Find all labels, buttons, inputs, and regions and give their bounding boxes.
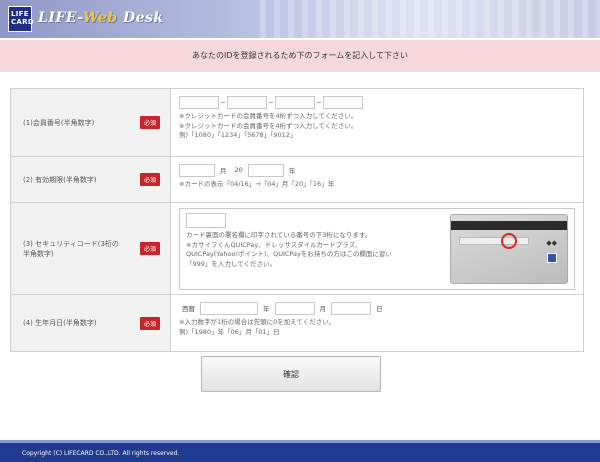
- registration-form: (1)会員番号(半角数字) 必須 ※クレジットカードの会員番号を4桁ずつ入力して…: [10, 88, 584, 352]
- expiry-month-unit: 月: [220, 167, 227, 175]
- card-number-note-1: ※クレジットカードの会員番号を4桁ずつ入力してください。: [179, 112, 358, 120]
- card-number-input-1[interactable]: [179, 95, 219, 109]
- birthdate-row: (4) 生年月日(半角数字) 必須 西暦 年 月 日 ※入力数字が1桁の場合は先…: [11, 295, 583, 351]
- card-number-row: (1)会員番号(半角数字) 必須 ※クレジットカードの会員番号を4桁ずつ入力して…: [11, 89, 583, 157]
- birth-year-input[interactable]: [200, 301, 258, 315]
- card-brand-icon: ◆◆: [546, 239, 557, 247]
- security-code-label-cell: (3) セキュリティコード(3桁の半角数字) 必須: [11, 203, 171, 294]
- confirm-button[interactable]: 確認: [201, 356, 381, 392]
- expiry-month-input[interactable]: [179, 163, 215, 177]
- web-desk-logo: LIFE-Web Desk: [38, 10, 164, 26]
- footer-copyright: Copyright (C) LIFECARD CO.,LTD. All righ…: [0, 440, 600, 462]
- expiry-label: (2) 有効期限(半角数字): [23, 175, 97, 184]
- card-number-input-cell: ※クレジットカードの会員番号を4桁ずつ入力してください。 ※クレジットカードの会…: [171, 89, 583, 156]
- instruction-banner: あなたのIDを登録されるため下のフォームを記入して下さい: [0, 40, 600, 72]
- site-header: LIFE CARD LIFE-Web Desk: [0, 0, 600, 38]
- header-decoration: [260, 0, 600, 38]
- card-number-input-2[interactable]: [227, 95, 267, 109]
- security-code-note-2: ※カサイフくんQUICPay、ドレッサスタイルカードプラス、: [186, 240, 362, 249]
- security-code-label: (3) セキュリティコード(3桁の半角数字): [23, 239, 119, 258]
- required-badge: 必須: [139, 242, 160, 255]
- expiry-year-input[interactable]: [247, 163, 284, 177]
- required-badge: 必須: [139, 316, 160, 330]
- card-number-input-4[interactable]: [323, 95, 363, 109]
- lifecard-logo: LIFE CARD: [8, 6, 34, 32]
- card-number-input-3[interactable]: [275, 95, 315, 109]
- expiry-note: ※カードの表示「04/16」→「04」月「20」「16」年: [179, 180, 335, 188]
- security-code-input-cell: カード裏面の署名欄に印字されている番号の下3桁になります。 ※カサイフくんQUI…: [171, 203, 583, 294]
- card-number-note-2: ※クレジットカードの会員番号を4桁ずつ入力してください。: [179, 121, 358, 130]
- security-code-note-4: 「999」を入力してください。: [186, 259, 277, 268]
- card-number-label: (1)会員番号(半角数字): [23, 118, 95, 127]
- birthdate-example: 例)「1980」年「06」月「01」日: [179, 327, 280, 336]
- birthdate-era-label: 西暦: [182, 305, 195, 313]
- birth-month-input[interactable]: [274, 301, 315, 315]
- card-chip-icon: [547, 253, 557, 263]
- security-code-note-1: カード裏面の署名欄に印字されている番号の下3桁になります。: [186, 231, 372, 239]
- birth-day-input[interactable]: [331, 301, 371, 315]
- expiry-label-cell: (2) 有効期限(半角数字) 必須: [11, 157, 171, 202]
- cvv-highlight-icon: [501, 233, 517, 249]
- birth-year-unit: 年: [263, 305, 270, 313]
- birthdate-label: (4) 生年月日(半角数字): [23, 319, 97, 327]
- birth-month-unit: 月: [319, 305, 327, 313]
- required-badge: 必須: [139, 173, 160, 186]
- card-number-label-cell: (1)会員番号(半角数字) 必須: [11, 89, 171, 156]
- expiry-input-cell: 月 20 年 ※カードの表示「04/16」→「04」月「20」「16」年: [171, 157, 583, 202]
- birthdate-input-cell: 西暦 年 月 日 ※入力数字が1桁の場合は先頭に0を加えてください。 例)「19…: [171, 295, 583, 351]
- expiry-row: (2) 有効期限(半角数字) 必須 月 20 年 ※カードの表示「04/16」→…: [11, 157, 583, 203]
- expiry-year-prefix: 20: [234, 166, 243, 174]
- security-code-row: (3) セキュリティコード(3桁の半角数字) 必須 カード裏面の署名欄に印字され…: [11, 203, 583, 295]
- birth-day-unit: 日: [376, 305, 383, 313]
- required-badge: 必須: [139, 116, 160, 129]
- security-code-note-3: QUICPay(Yahoo!ポイント)、QUICPayをお持ちの方はこの欄面に習…: [186, 250, 392, 258]
- expiry-year-unit: 年: [288, 167, 296, 175]
- birthdate-label-cell: (4) 生年月日(半角数字) 必須: [11, 295, 171, 351]
- security-code-box: カード裏面の署名欄に印字されている番号の下3桁になります。 ※カサイフくんQUI…: [179, 208, 575, 290]
- security-code-input[interactable]: [186, 213, 226, 228]
- card-number-example: 例)「1080」「1234」「5678」「9012」: [179, 131, 297, 139]
- card-back-image: ◆◆: [450, 214, 568, 284]
- birthdate-note: ※入力数字が1桁の場合は先頭に0を加えてください。: [179, 318, 336, 326]
